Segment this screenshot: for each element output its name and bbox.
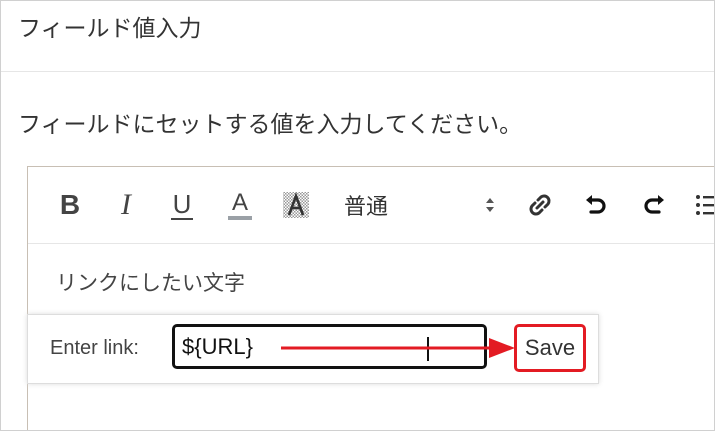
- background-color-button[interactable]: [282, 187, 310, 223]
- bold-icon: B: [59, 189, 81, 220]
- undo-icon: [586, 195, 606, 214]
- editor-content-text[interactable]: リンクにしたい文字: [56, 267, 245, 297]
- underline-icon: U: [172, 188, 192, 219]
- rich-text-editor: B I U A 普通 リンクにしたい文字: [27, 166, 714, 430]
- list-button[interactable]: [692, 187, 714, 223]
- font-color-button[interactable]: A: [226, 187, 254, 223]
- header-select-value: 普通: [344, 195, 389, 220]
- undo-button[interactable]: [580, 187, 612, 223]
- list-icon: [696, 195, 714, 215]
- editor-toolbar: B I U A 普通: [28, 167, 714, 244]
- link-icon: [529, 194, 551, 216]
- dialog-title: フィールド値入力: [18, 16, 202, 42]
- save-button[interactable]: Save: [514, 324, 586, 372]
- bold-button[interactable]: B: [56, 187, 84, 223]
- annotation-arrow: [281, 338, 515, 358]
- italic-icon: I: [121, 188, 131, 221]
- title-divider: [1, 71, 714, 72]
- background-color-icon: [283, 192, 309, 218]
- font-color-swatch: [228, 215, 252, 220]
- select-arrows-icon: [486, 198, 494, 212]
- instruction-text: フィールドにセットする値を入力してください。: [18, 112, 523, 138]
- redo-icon: [644, 195, 664, 214]
- italic-button[interactable]: I: [114, 187, 138, 223]
- underline-button[interactable]: U: [168, 187, 196, 223]
- redo-button[interactable]: [638, 187, 670, 223]
- field-value-dialog: フィールド値入力 フィールドにセットする値を入力してください。 B I U A: [0, 0, 715, 431]
- enter-link-label: Enter link:: [50, 337, 139, 359]
- underline-bar: [171, 217, 193, 220]
- link-button[interactable]: [524, 187, 556, 223]
- header-select[interactable]: 普通: [344, 187, 506, 223]
- link-url-value: ${URL}: [182, 334, 253, 359]
- font-color-icon: A: [231, 188, 248, 216]
